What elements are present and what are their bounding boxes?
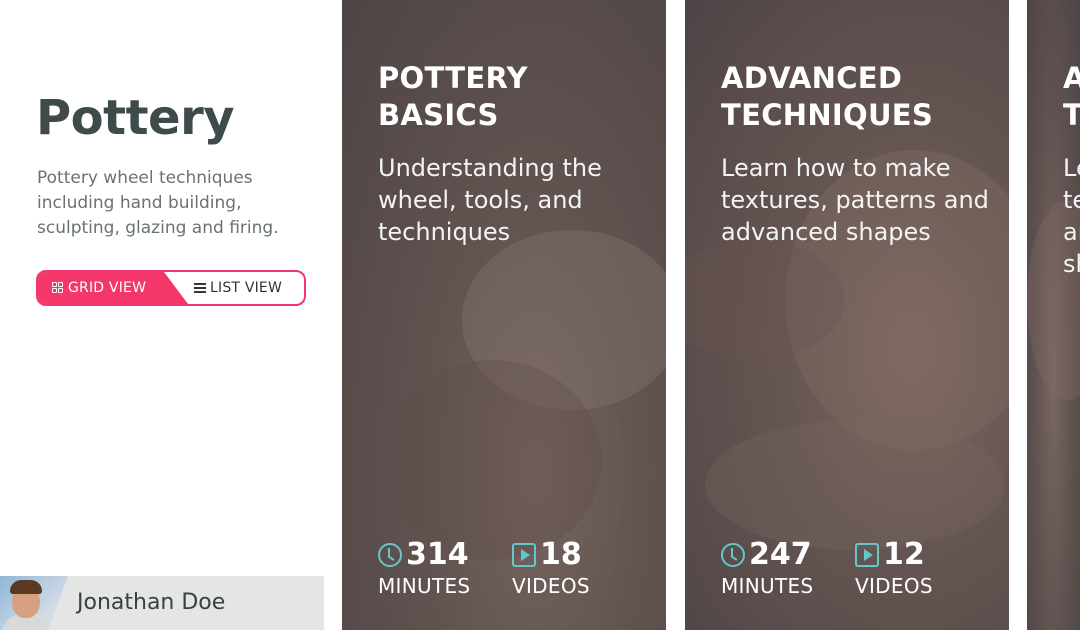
card-title: ADVANCED TECHNIQUES — [721, 61, 934, 132]
grid-view-label: GRID VIEW — [68, 280, 147, 296]
category-description: Pottery wheel techniques including hand … — [37, 168, 279, 238]
card-subtitle: Learn how to make textures, patterns and… — [721, 154, 989, 246]
user-profile[interactable]: Jonathan Doe — [0, 576, 324, 630]
course-card-advanced-techniques[interactable]: ADVANCED TECHNIQUES Learn how to make te… — [685, 0, 1009, 630]
list-view-button[interactable]: LIST VIEW — [188, 272, 304, 304]
videos-stat: 18 VIDEOS — [512, 538, 646, 598]
card-title: POTTERY BASICS — [378, 61, 528, 132]
card-title: A T — [1063, 61, 1080, 132]
clock-icon — [378, 543, 402, 567]
card-stats: 247 MINUTES 12 VIDEOS — [721, 538, 989, 598]
videos-label: VIDEOS — [512, 574, 590, 598]
card-subtitle: Understanding the wheel, tools, and tech… — [378, 154, 602, 246]
minutes-label: MINUTES — [378, 574, 471, 598]
grid-icon — [52, 282, 64, 294]
minutes-count: 247 — [749, 537, 812, 572]
minutes-stat: 314 MINUTES — [378, 538, 512, 598]
minutes-label: MINUTES — [721, 574, 814, 598]
list-view-label: LIST VIEW — [210, 280, 283, 296]
videos-stat: 12 VIDEOS — [855, 538, 989, 598]
page-title: Pottery — [36, 90, 235, 146]
avatar — [0, 576, 68, 630]
list-icon — [194, 283, 206, 293]
sidebar: Pottery Pottery wheel techniques includi… — [0, 0, 342, 630]
videos-count: 18 — [540, 537, 582, 572]
play-icon — [512, 543, 536, 567]
course-card-pottery-basics[interactable]: POTTERY BASICS Understanding the wheel, … — [342, 0, 666, 630]
minutes-stat: 247 MINUTES — [721, 538, 855, 598]
clock-icon — [721, 543, 745, 567]
grid-view-button[interactable]: GRID VIEW — [38, 272, 188, 304]
card-subtitle: Le te ar sh — [1063, 154, 1080, 278]
card-stats: 314 MINUTES 18 VIDEOS — [378, 538, 646, 598]
view-toggle: GRID VIEW LIST VIEW — [36, 270, 306, 306]
user-name: Jonathan Doe — [77, 590, 226, 615]
videos-label: VIDEOS — [855, 574, 933, 598]
play-icon — [855, 543, 879, 567]
minutes-count: 314 — [406, 537, 469, 572]
videos-count: 12 — [883, 537, 925, 572]
course-card-partial[interactable]: A T Le te ar sh — [1027, 0, 1080, 630]
